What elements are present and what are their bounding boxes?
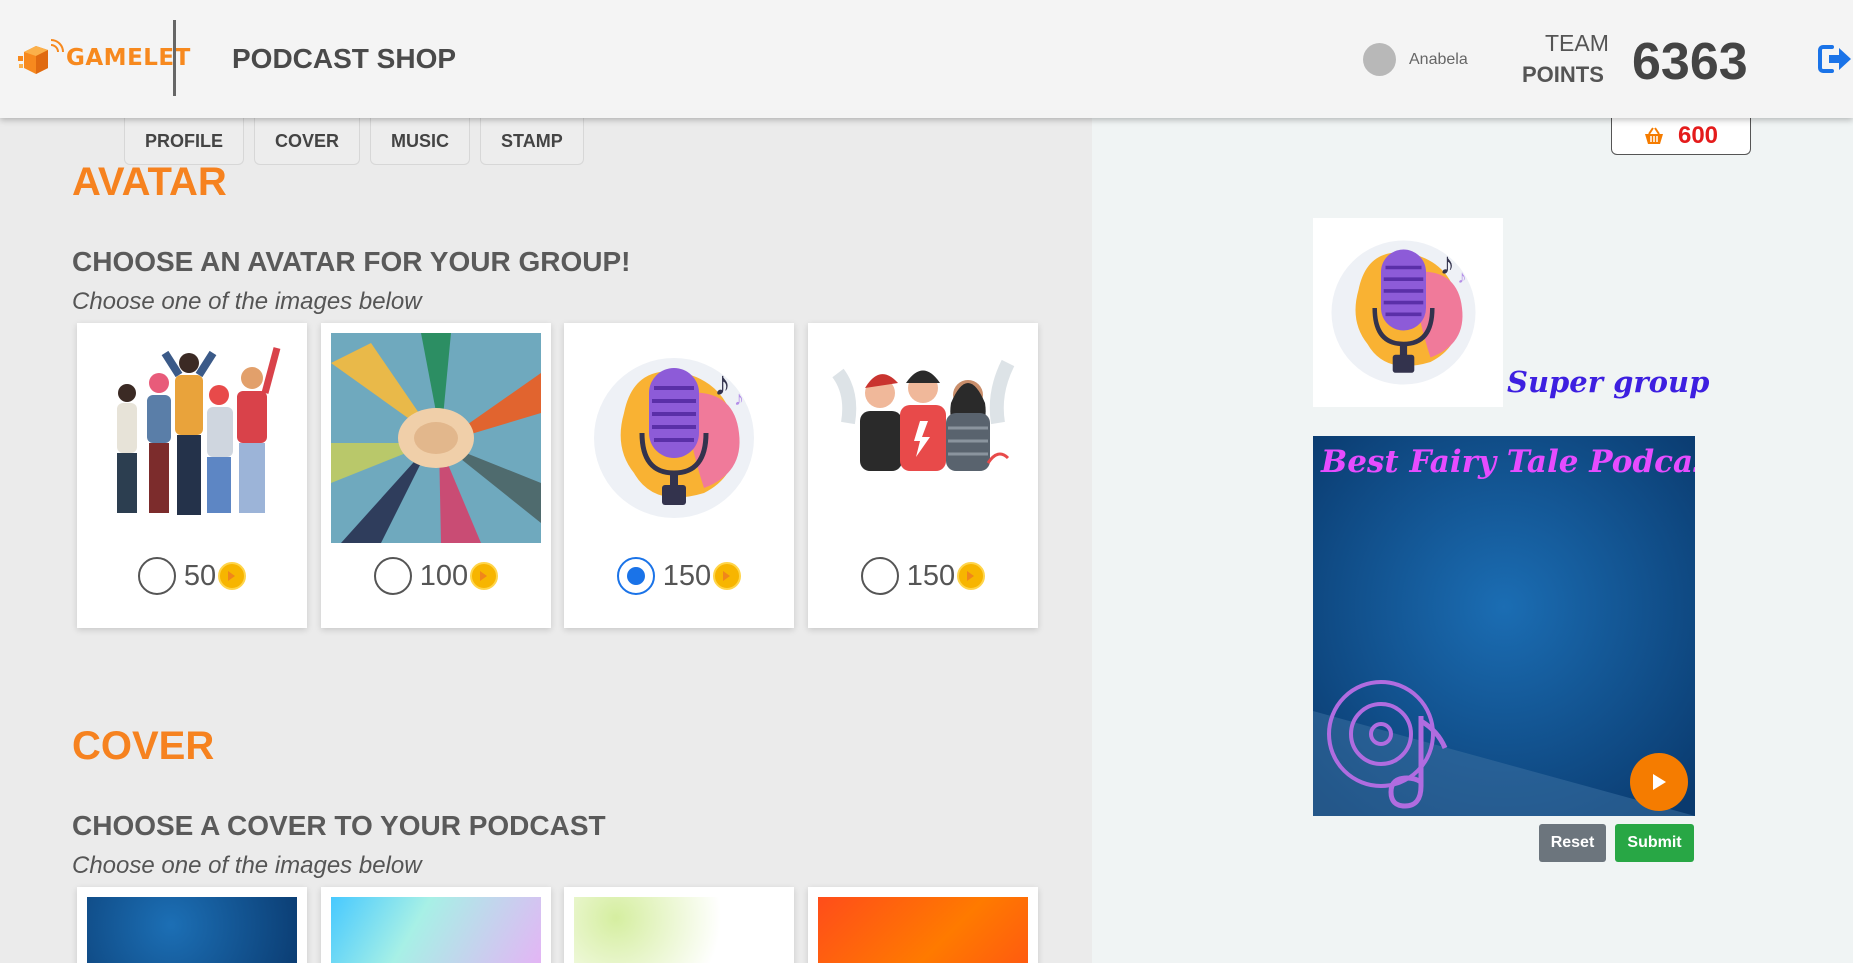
three-friends-image [818,333,1028,543]
price-value: 150 [906,559,956,592]
svg-text:♪: ♪ [714,365,731,403]
avatar-radio[interactable] [860,557,899,595]
tab-profile[interactable]: PROFILE [124,118,245,165]
cover-option-card[interactable] [321,887,551,963]
avatar-section-subtitle: CHOOSE AN AVATAR FOR YOUR GROUP! [72,246,631,277]
blue-texture-cover-preview [1313,436,1695,816]
points-label: POINTS [1522,62,1604,87]
svg-text:♪: ♪ [1440,247,1455,281]
cover-preview: Best Fairy Tale Podcast [1313,436,1695,816]
play-button[interactable] [1630,753,1688,811]
svg-text:♪: ♪ [1458,267,1467,287]
microphone-image: ♪ ♪ [574,333,784,543]
avatar-radio[interactable] [373,557,412,595]
avatar-option-card[interactable]: 100 [321,323,551,628]
blue-texture-cover-image [87,897,297,963]
avatar-radio[interactable] [137,557,176,595]
play-icon [1653,774,1666,790]
team-label: TEAM [1545,30,1609,56]
gamelet-logo-icon [18,39,64,74]
avatar-price-row: 50 [77,557,307,595]
avatar-price-row: 100 [321,557,551,595]
avatar-radio-selected[interactable] [616,557,655,595]
header-divider [173,20,176,96]
coin-icon [713,562,742,590]
page-title: PODCAST SHOP [232,43,457,74]
avatar-price-row: 150 [808,557,1038,595]
avatar-section-title: AVATAR [72,160,227,204]
team-points-value: 6363 [1632,33,1748,91]
cover-section-subtitle: CHOOSE A COVER TO YOUR PODCAST [72,810,606,841]
pastel-gradient-cover-image [331,897,541,963]
price-value: 50 [183,559,217,592]
top-header: GAMELET PODCAST SHOP Anabela TEAM POINTS… [0,0,1853,118]
group-name: Super group [1507,365,1710,399]
basket-value: 600 [1677,122,1719,149]
cover-option-card[interactable] [77,887,307,963]
cover-option-card[interactable] [564,887,794,963]
avatar-option-card[interactable]: ♪ ♪ 150 [564,323,794,628]
user-name: Anabela [1409,51,1468,68]
avatar-section-hint: Choose one of the images below [72,288,422,315]
basket-icon [1644,127,1663,144]
cover-section-title: COVER [72,724,215,768]
coin-icon [218,562,247,590]
coin-icon [957,562,986,590]
microphone-preview-image: ♪ ♪ [1313,218,1503,407]
price-value: 150 [662,559,712,592]
avatar-option-card[interactable]: 50 [77,323,307,628]
svg-text:♪: ♪ [734,388,744,410]
avatar-option-card[interactable]: 150 [808,323,1038,628]
group-of-friends-image [87,333,297,543]
reset-button[interactable]: Reset [1539,824,1606,862]
tab-stamp[interactable]: STAMP [480,118,584,165]
user-avatar[interactable] [1363,43,1396,76]
shop-tabs: PROFILE COVER MUSIC STAMP [124,118,584,165]
basket-total[interactable]: 600 [1611,118,1751,155]
cover-section-hint: Choose one of the images below [72,852,422,879]
tab-cover[interactable]: COVER [254,118,361,165]
splash-cover-image [574,897,784,963]
team-hands-image [331,333,541,543]
cover-option-card[interactable] [808,887,1038,963]
gamelet-logo[interactable]: GAMELET [18,38,191,78]
avatar-price-row: 150 [564,557,794,595]
orange-cover-image [818,897,1028,963]
tab-music[interactable]: MUSIC [370,118,471,165]
coin-icon [470,562,499,590]
avatar-preview: ♪ ♪ [1313,218,1503,407]
submit-button[interactable]: Submit [1615,824,1694,862]
cover-title: Best Fairy Tale Podcast [1321,444,1695,480]
logout-icon[interactable] [1818,44,1852,74]
price-value: 100 [419,559,469,592]
